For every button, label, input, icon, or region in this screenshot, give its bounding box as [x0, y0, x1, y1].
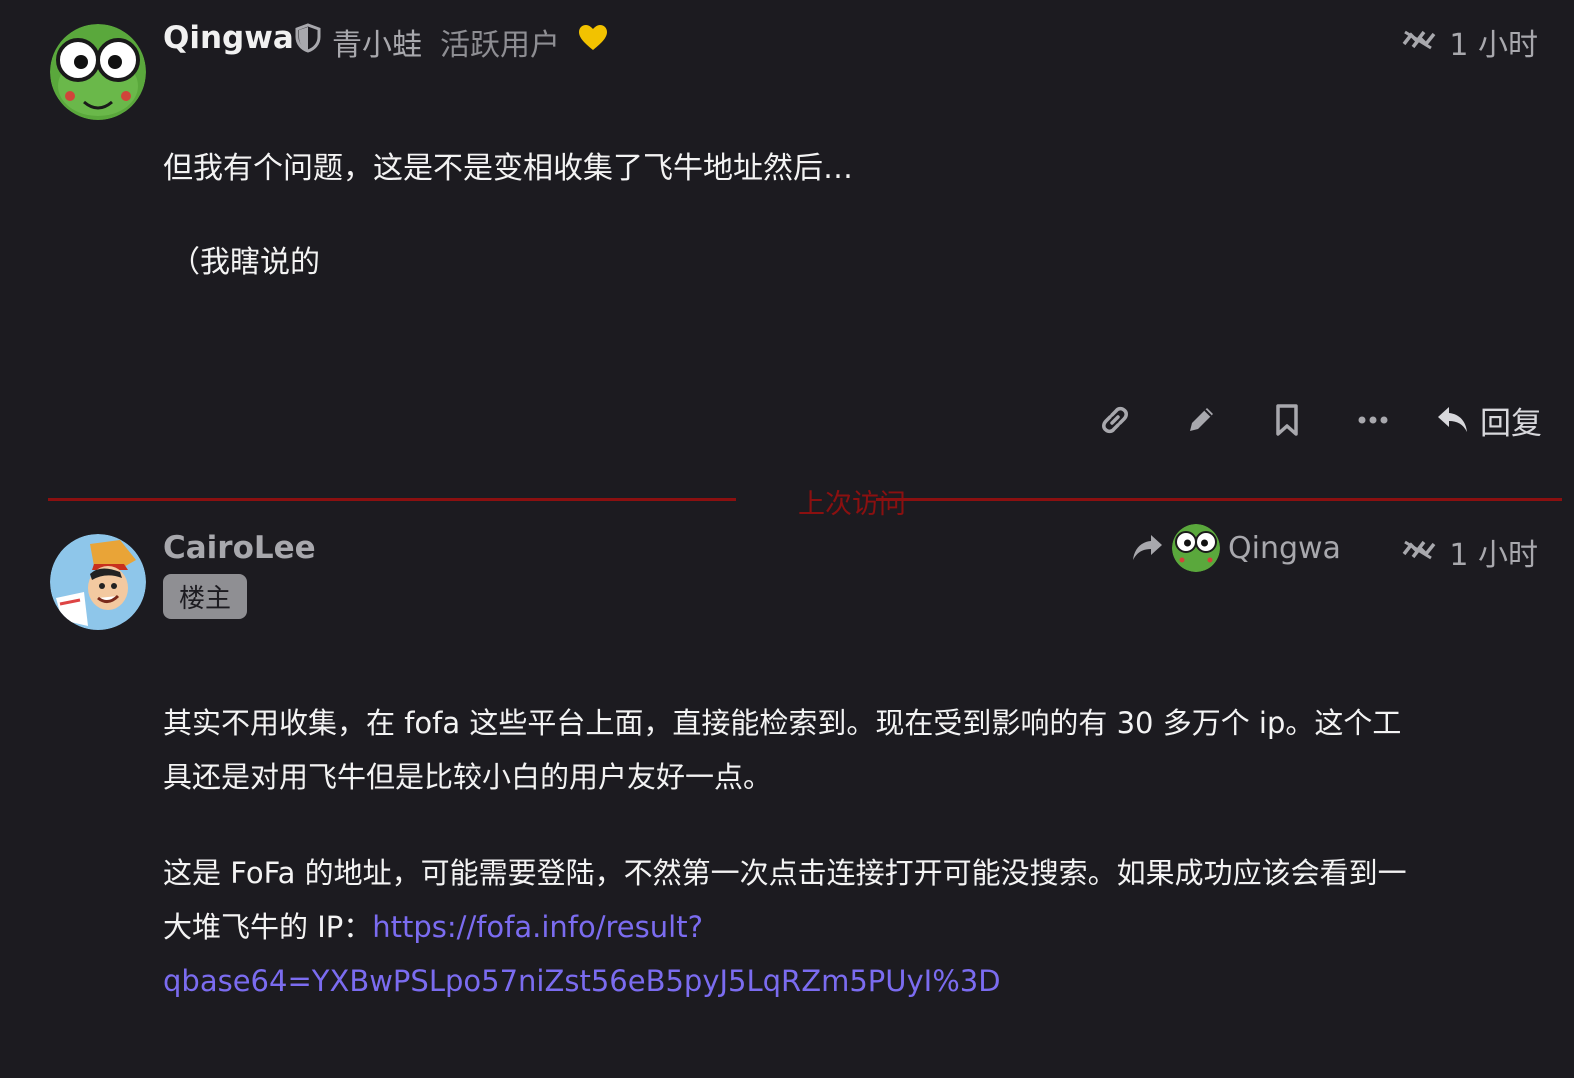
- post2-time[interactable]: 1 小时: [1401, 530, 1538, 574]
- bookmark-button[interactable]: [1244, 394, 1330, 446]
- moderator-shield-icon: [294, 23, 322, 61]
- post-author-username[interactable]: Qingwa: [163, 20, 294, 56]
- edit-button[interactable]: [1158, 394, 1244, 446]
- reply-to-username: Qingwa: [1228, 530, 1341, 566]
- history-icon: [1401, 25, 1437, 60]
- reply-to-indicator[interactable]: Qingwa: [1130, 524, 1341, 572]
- cairolee-avatar[interactable]: [50, 534, 146, 630]
- fofa-link-part-2[interactable]: qbase64=YXBwPSLpo57niZst56eB5pyJ5LqRZm5P…: [163, 954, 1407, 1008]
- post2-paragraph-2-prefix: 大堆飞牛的 IP：: [163, 910, 373, 944]
- post1-time-text: 1 小时: [1449, 28, 1538, 63]
- post2-time-text: 1 小时: [1449, 538, 1538, 573]
- post1-paragraph-1: 但我有个问题，这是不是变相收集了飞牛地址然后…: [163, 151, 853, 186]
- last-visit-divider: 上次访问: [48, 484, 1562, 520]
- copy-link-button[interactable]: [1072, 394, 1158, 446]
- more-options-button[interactable]: [1330, 394, 1416, 446]
- last-visit-label: 上次访问: [798, 489, 906, 520]
- post-actions-bar: 回复: [1072, 394, 1542, 446]
- reply-button[interactable]: 回复: [1416, 398, 1542, 443]
- reply-to-avatar: [1172, 524, 1220, 572]
- heart-icon: [578, 24, 608, 60]
- share-arrow-icon: [1133, 535, 1162, 560]
- post2-paragraph-1: 其实不用收集，在 fofa 这些平台上面，直接能检索到。现在受到影响的有 30 …: [163, 696, 1401, 804]
- post-author-title: 活跃用户: [440, 28, 560, 63]
- post1-time[interactable]: 1 小时: [1401, 20, 1538, 64]
- qingwa-avatar[interactable]: [50, 24, 146, 120]
- post2-paragraph-2-line-1: 这是 FoFa 的地址，可能需要登陆，不然第一次点击连接打开可能没搜索。如果成功…: [163, 856, 1407, 890]
- post-author-meta: 青小蛙 活跃用户: [294, 20, 608, 64]
- reply-arrow-icon: [1438, 407, 1467, 432]
- post2-paragraph-2: 这是 FoFa 的地址，可能需要登陆，不然第一次点击连接打开可能没搜索。如果成功…: [163, 846, 1407, 1008]
- post1-paragraph-2: （我瞎说的: [170, 245, 320, 280]
- topic-page: Qingwa 青小蛙 活跃用户 1 小时 但我有个问题，这是不是变相收集了飞牛地…: [0, 0, 1574, 1078]
- post2-paragraph-1-line-2: 具还是对用飞牛但是比较小白的用户友好一点。: [163, 760, 773, 794]
- fofa-link-part-1[interactable]: https://fofa.info/result?: [372, 910, 703, 944]
- bookmark-icon: [1276, 404, 1298, 436]
- post2-paragraph-2-line-2: 大堆飞牛的 IP：https://fofa.info/result?: [163, 900, 1407, 954]
- pencil-icon: [1190, 408, 1213, 431]
- op-badge: 楼主: [163, 574, 248, 619]
- link-icon: [1102, 406, 1128, 434]
- ellipsis-icon: [1358, 416, 1388, 424]
- reply-button-label: 回复: [1480, 405, 1542, 442]
- post2-paragraph-1-line-1: 其实不用收集，在 fofa 这些平台上面，直接能检索到。现在受到影响的有 30 …: [163, 706, 1402, 740]
- post2-author-username[interactable]: CairoLee: [163, 530, 316, 566]
- history-icon: [1401, 535, 1437, 570]
- post-author-display-name[interactable]: 青小蛙: [332, 20, 422, 64]
